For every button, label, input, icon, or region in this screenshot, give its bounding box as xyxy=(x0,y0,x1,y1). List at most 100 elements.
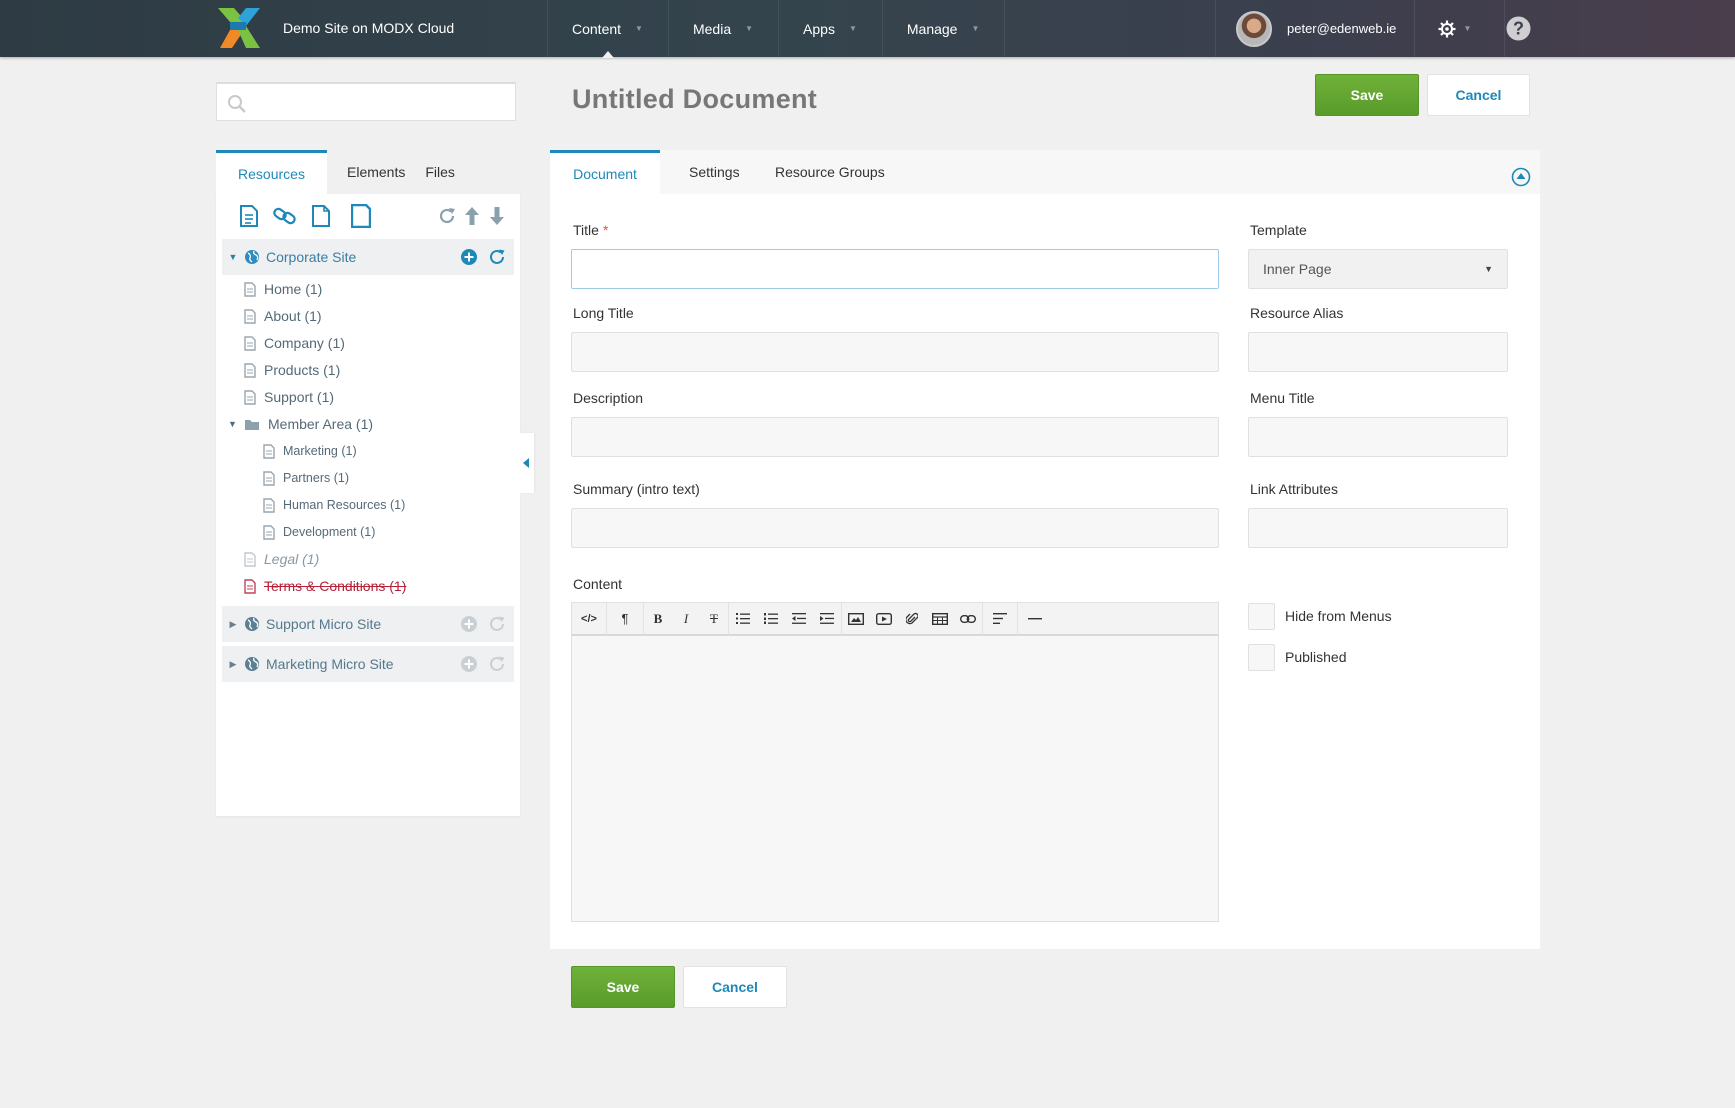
refresh-icon[interactable] xyxy=(488,655,506,673)
new-document-icon[interactable] xyxy=(236,202,262,230)
title-field[interactable] xyxy=(571,249,1219,289)
long-title-input[interactable] xyxy=(572,333,1218,371)
tab-files[interactable]: Files xyxy=(425,150,475,194)
video-icon[interactable] xyxy=(870,602,898,635)
new-static-resource-icon[interactable] xyxy=(348,202,374,230)
description-field[interactable] xyxy=(571,417,1219,457)
context-support-micro-site[interactable]: ▶ Support Micro Site xyxy=(222,606,514,642)
strikethrough-icon[interactable]: T xyxy=(700,602,728,635)
save-button-bottom[interactable]: Save xyxy=(571,966,675,1008)
user-menu[interactable]: peter@edenweb.ie xyxy=(1215,0,1416,57)
add-icon[interactable] xyxy=(460,655,478,673)
content-editor[interactable]: </> ¶ B I T xyxy=(571,602,1219,922)
tree-toolbar xyxy=(216,202,520,232)
tree-item-label: Company (1) xyxy=(264,335,345,351)
attachment-icon[interactable] xyxy=(898,602,926,635)
tree-item-development[interactable]: Development (1) xyxy=(263,522,375,542)
site-name[interactable]: Demo Site on MODX Cloud xyxy=(283,20,454,36)
chevron-left-icon xyxy=(523,458,529,468)
bold-icon[interactable]: B xyxy=(644,602,672,635)
tree-search[interactable] xyxy=(216,82,516,121)
refresh-icon[interactable] xyxy=(488,615,506,633)
title-input[interactable] xyxy=(572,250,1218,288)
hide-from-menus-checkbox[interactable] xyxy=(1248,603,1275,630)
refresh-icon[interactable] xyxy=(488,248,506,266)
help-button[interactable]: ? xyxy=(1505,0,1532,57)
nav-media[interactable]: Media ▼ xyxy=(669,0,780,57)
refresh-icon[interactable] xyxy=(434,202,460,230)
tree-item-member-area[interactable]: ▼ Member Area (1) xyxy=(228,414,373,434)
tab-elements[interactable]: Elements xyxy=(327,150,425,194)
save-button[interactable]: Save xyxy=(1315,74,1419,116)
modx-logo[interactable] xyxy=(216,8,260,48)
table-icon[interactable] xyxy=(926,602,954,635)
tree-item-partners[interactable]: Partners (1) xyxy=(263,468,349,488)
summary-field[interactable] xyxy=(571,508,1219,548)
add-icon[interactable] xyxy=(460,615,478,633)
collapse-panel-icon[interactable] xyxy=(1511,167,1531,187)
tree-item-support[interactable]: Support (1) xyxy=(244,387,334,407)
document-icon xyxy=(244,281,256,297)
search-input[interactable] xyxy=(257,90,507,114)
description-input[interactable] xyxy=(572,418,1218,456)
alias-input[interactable] xyxy=(1249,333,1507,371)
horizontal-rule-icon[interactable] xyxy=(1018,602,1052,635)
tree-item-legal[interactable]: Legal (1) xyxy=(244,549,319,569)
tree-item-about[interactable]: About (1) xyxy=(244,306,322,326)
tab-resource-groups[interactable]: Resource Groups xyxy=(775,150,885,194)
expanded-arrow-icon[interactable]: ▼ xyxy=(228,419,244,429)
tab-settings[interactable]: Settings xyxy=(689,150,740,194)
collapse-sidebar-button[interactable] xyxy=(518,433,534,493)
code-icon[interactable]: </> xyxy=(572,602,606,635)
chevron-down-icon: ▼ xyxy=(1463,24,1472,33)
expand-all-icon[interactable] xyxy=(459,202,485,230)
new-weblink-icon[interactable] xyxy=(272,202,298,230)
cancel-button[interactable]: Cancel xyxy=(1427,74,1530,116)
indent-icon[interactable] xyxy=(813,602,841,635)
template-select[interactable]: Inner Page ▼ xyxy=(1248,249,1508,289)
context-corporate-site[interactable]: ▼ Corporate Site xyxy=(222,239,514,275)
tab-resources[interactable]: Resources xyxy=(216,150,327,194)
link-attributes-field[interactable] xyxy=(1248,508,1508,548)
long-title-field[interactable] xyxy=(571,332,1219,372)
globe-icon xyxy=(245,250,259,264)
collapsed-arrow-icon[interactable]: ▶ xyxy=(222,619,244,630)
tree-item-products[interactable]: Products (1) xyxy=(244,360,340,380)
align-icon[interactable] xyxy=(983,602,1017,635)
tree-item-company[interactable]: Company (1) xyxy=(244,333,345,353)
tree-item-human-resources[interactable]: Human Resources (1) xyxy=(263,495,405,515)
image-icon[interactable] xyxy=(842,602,870,635)
menu-title-input[interactable] xyxy=(1249,418,1507,456)
new-symlink-icon[interactable] xyxy=(308,202,334,230)
bullet-list-icon[interactable] xyxy=(729,602,757,635)
hide-from-menus-label[interactable]: Hide from Menus xyxy=(1285,608,1392,624)
nav-apps[interactable]: Apps ▼ xyxy=(779,0,883,57)
collapsed-arrow-icon[interactable]: ▶ xyxy=(222,659,244,670)
nav-manage[interactable]: Manage ▼ xyxy=(883,0,1006,57)
tree-item-home[interactable]: Home (1) xyxy=(244,279,322,299)
search-icon xyxy=(228,95,246,113)
tab-document[interactable]: Document xyxy=(550,150,660,194)
italic-icon[interactable]: I xyxy=(672,602,700,635)
cancel-button-bottom[interactable]: Cancel xyxy=(683,966,787,1008)
tree-item-marketing[interactable]: Marketing (1) xyxy=(263,441,357,461)
paragraph-icon[interactable]: ¶ xyxy=(607,602,643,635)
settings-menu[interactable]: ▼ xyxy=(1405,0,1505,57)
summary-input[interactable] xyxy=(572,509,1218,547)
add-icon[interactable] xyxy=(460,248,478,266)
alias-field[interactable] xyxy=(1248,332,1508,372)
menu-title-field[interactable] xyxy=(1248,417,1508,457)
link-icon[interactable] xyxy=(954,602,982,635)
published-checkbox[interactable] xyxy=(1248,644,1275,671)
collapse-all-icon[interactable] xyxy=(484,202,510,230)
link-attributes-input[interactable] xyxy=(1249,509,1507,547)
expanded-arrow-icon[interactable]: ▼ xyxy=(222,252,244,262)
tree-item-terms-conditions[interactable]: Terms & Conditions (1) xyxy=(244,576,406,596)
numbered-list-icon[interactable] xyxy=(757,602,785,635)
outdent-icon[interactable] xyxy=(785,602,813,635)
tree-item-label: Partners (1) xyxy=(283,471,349,485)
page-title: Untitled Document xyxy=(572,84,818,114)
published-label[interactable]: Published xyxy=(1285,649,1347,665)
context-marketing-micro-site[interactable]: ▶ Marketing Micro Site xyxy=(222,646,514,682)
nav-content[interactable]: Content ▼ xyxy=(548,0,669,58)
